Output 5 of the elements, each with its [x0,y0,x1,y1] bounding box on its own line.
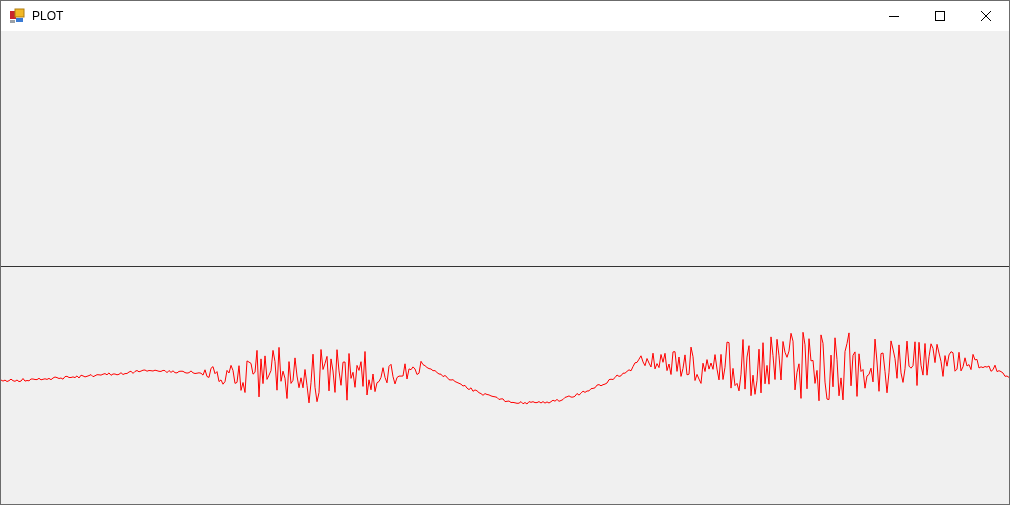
close-icon [981,11,991,21]
minimize-icon [889,15,899,17]
maximize-icon [935,11,945,21]
app-icon [10,8,26,24]
window-title: PLOT [32,8,64,25]
